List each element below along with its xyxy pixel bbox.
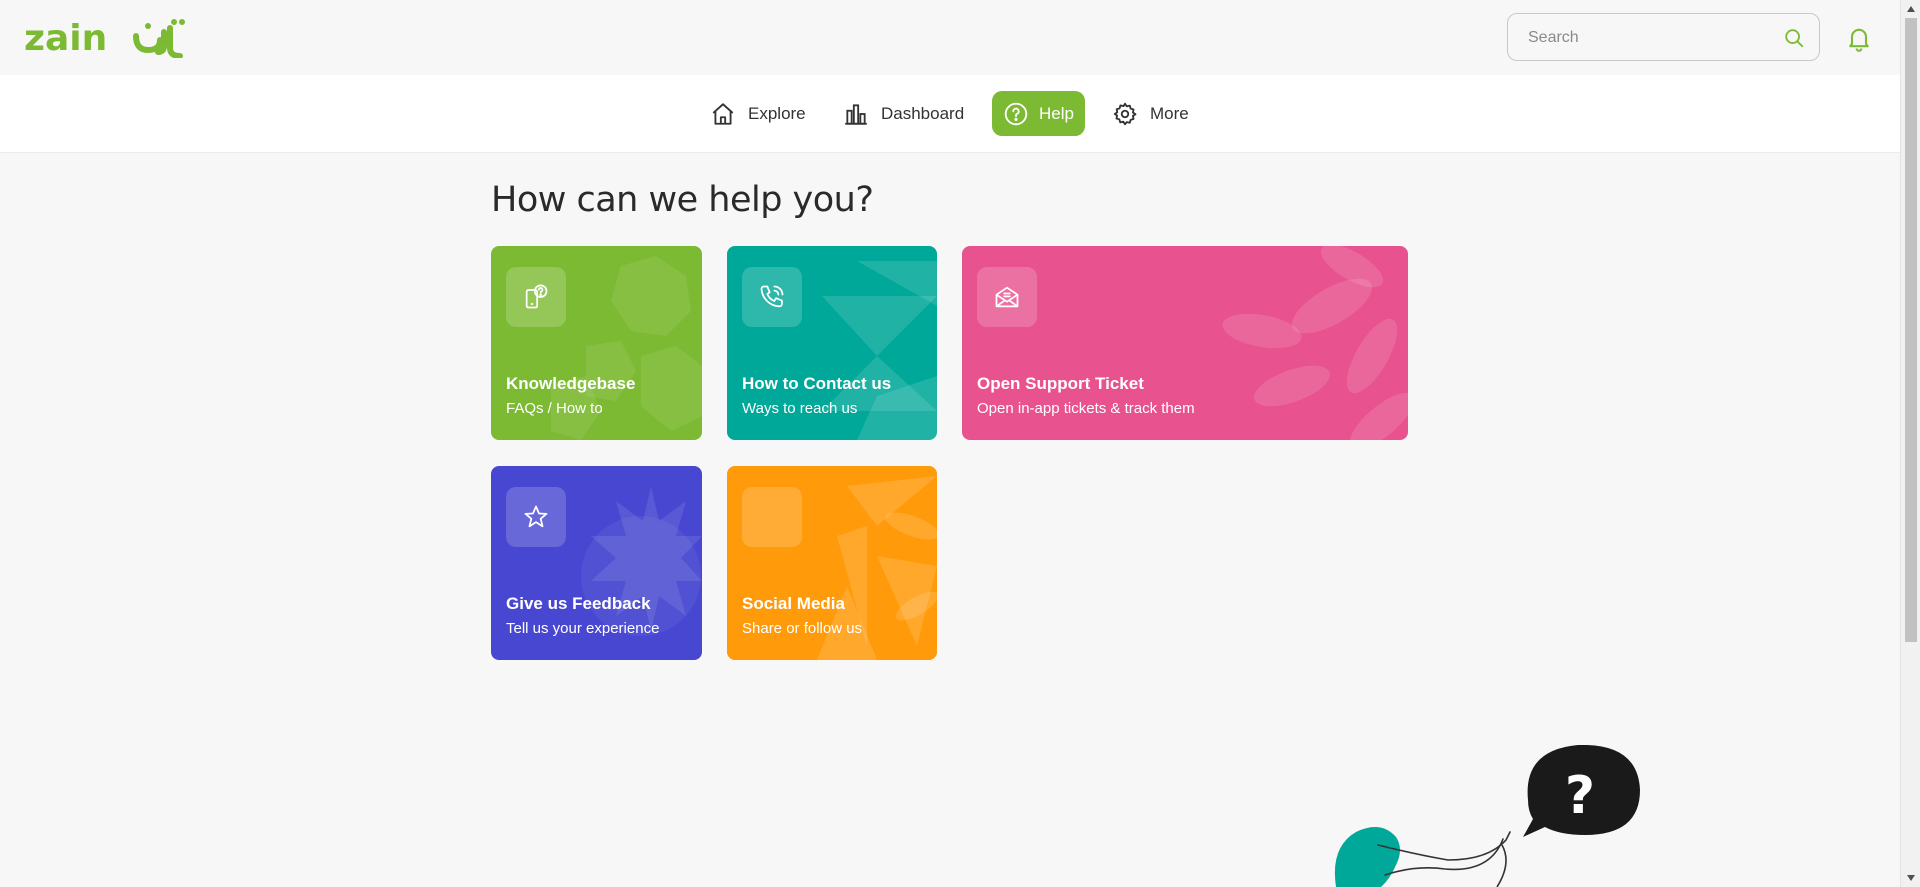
card-icon-box bbox=[506, 267, 566, 327]
card-icon-box bbox=[742, 487, 802, 547]
main-nav: Explore Dashboard Help More bbox=[0, 75, 1900, 153]
card-support-ticket[interactable]: Open Support Ticket Open in-app tickets … bbox=[962, 246, 1408, 440]
svg-text:?: ? bbox=[1565, 766, 1595, 826]
nav-help[interactable]: Help bbox=[992, 91, 1085, 136]
search-box[interactable] bbox=[1507, 13, 1820, 61]
card-subtitle: Tell us your experience bbox=[506, 620, 660, 637]
search-input[interactable] bbox=[1526, 24, 1770, 52]
card-subtitle: Open in-app tickets & track them bbox=[977, 400, 1195, 417]
nav-explore[interactable]: Explore bbox=[710, 91, 806, 136]
card-title: Give us Feedback bbox=[506, 594, 651, 613]
card-icon-box bbox=[742, 267, 802, 327]
zain-logo-mark: zain bbox=[24, 18, 185, 58]
card-title: How to Contact us bbox=[742, 374, 892, 393]
home-icon bbox=[712, 102, 734, 125]
page-scrollbar[interactable] bbox=[1900, 0, 1920, 887]
card-subtitle: Share or follow us bbox=[742, 620, 863, 637]
nav-more-label: More bbox=[1150, 103, 1189, 123]
phone-question-icon bbox=[525, 284, 548, 309]
top-bar: zain bbox=[0, 0, 1900, 75]
nav-help-label: Help bbox=[1039, 103, 1074, 123]
scrollbar-thumb[interactable] bbox=[1905, 18, 1917, 642]
bell-icon[interactable] bbox=[1845, 24, 1873, 52]
scroll-up-arrow-icon[interactable] bbox=[1906, 4, 1916, 14]
nav-more[interactable]: More bbox=[1112, 91, 1189, 136]
nav-dashboard-label: Dashboard bbox=[881, 103, 965, 123]
card-contact-us[interactable]: How to Contact us Ways to reach us bbox=[727, 246, 937, 440]
card-icon-box bbox=[977, 267, 1037, 327]
card-subtitle: FAQs / How to bbox=[506, 400, 603, 417]
star-icon bbox=[524, 505, 548, 528]
nav-dashboard[interactable]: Dashboard bbox=[843, 91, 964, 136]
scroll-down-arrow-icon[interactable] bbox=[1906, 873, 1916, 883]
help-illustration: ? bbox=[1334, 745, 1640, 887]
search-icon[interactable] bbox=[1783, 27, 1805, 49]
phone-call-icon bbox=[760, 285, 784, 308]
page-title: How can we help you? bbox=[491, 180, 874, 220]
card-knowledgebase[interactable]: Knowledgebase FAQs / How to bbox=[491, 246, 702, 440]
envelope-open-icon bbox=[995, 286, 1019, 308]
logo-latin: zain bbox=[24, 18, 107, 58]
zain-logo[interactable]: zain bbox=[24, 18, 194, 58]
card-title: Knowledgebase bbox=[506, 374, 636, 393]
card-title: Open Support Ticket bbox=[977, 374, 1144, 393]
card-subtitle: Ways to reach us bbox=[742, 400, 858, 417]
gear-icon bbox=[1113, 102, 1137, 125]
card-social-media[interactable]: Social Media Share or follow us bbox=[727, 466, 937, 660]
question-circle-icon bbox=[1004, 102, 1028, 125]
nav-explore-label: Explore bbox=[748, 103, 806, 123]
card-icon-box bbox=[506, 487, 566, 547]
bar-chart-icon bbox=[845, 103, 867, 125]
card-title: Social Media bbox=[742, 594, 845, 613]
card-feedback[interactable]: Give us Feedback Tell us your experience bbox=[491, 466, 702, 660]
